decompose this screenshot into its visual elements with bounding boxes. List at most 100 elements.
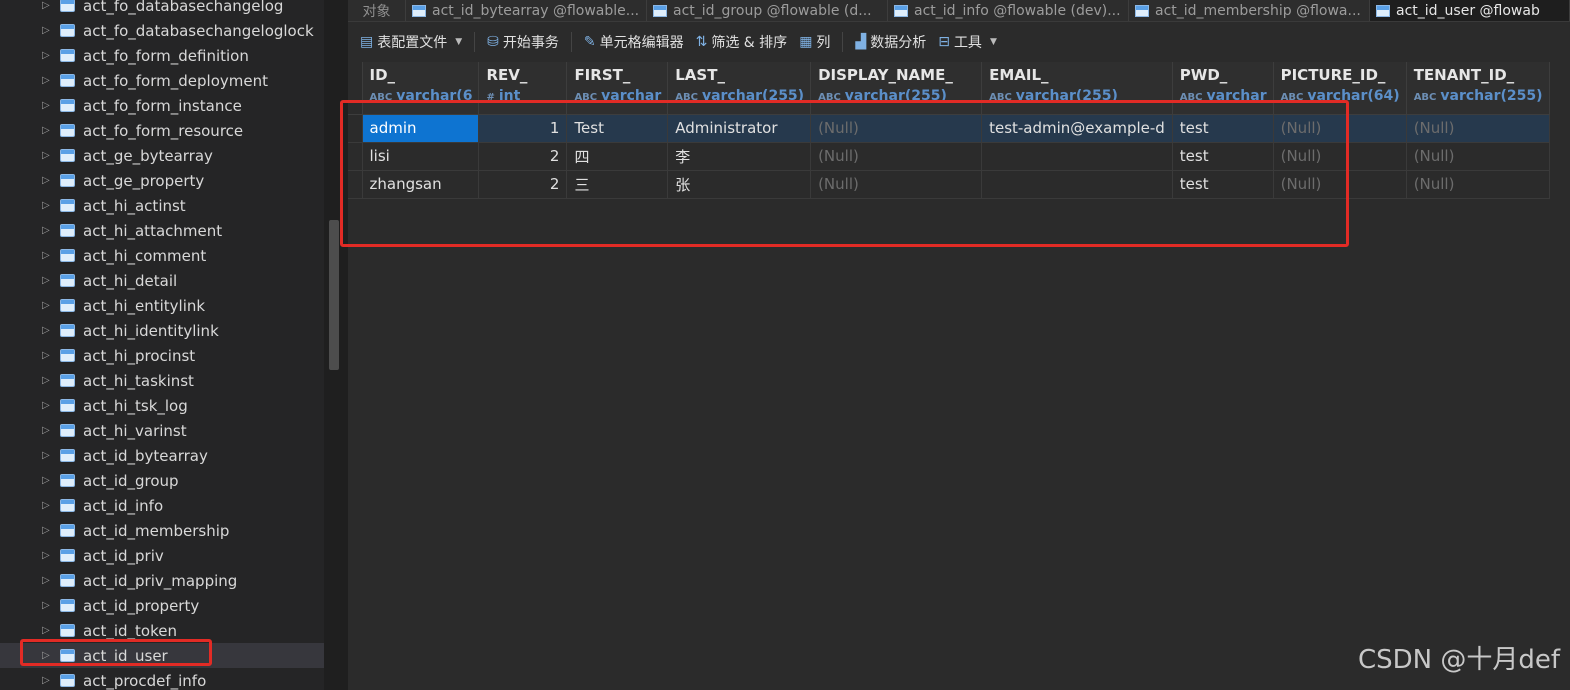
tab-table[interactable]: act_id_info @flowable (dev)... bbox=[888, 0, 1129, 21]
tab-label: act_id_membership @flowa... bbox=[1155, 3, 1361, 19]
table-icon bbox=[60, 24, 75, 37]
expand-chevron-icon[interactable]: ▷ bbox=[42, 25, 54, 36]
tree-item[interactable]: ▷ act_procdef_info bbox=[0, 668, 324, 690]
columns-icon: ▦ bbox=[799, 34, 813, 50]
tree-item[interactable]: ▷ act_fo_form_resource bbox=[0, 118, 324, 143]
expand-chevron-icon[interactable]: ▷ bbox=[42, 500, 54, 511]
tree-item[interactable]: ▷ act_hi_comment bbox=[0, 243, 324, 268]
tree-item[interactable]: ▷ act_fo_databasechangeloglock bbox=[0, 18, 324, 43]
dropdown-arrow-icon: ▼ bbox=[455, 37, 463, 47]
column-name: LAST_ bbox=[675, 66, 725, 84]
column-name: PWD_ bbox=[1179, 66, 1228, 84]
tree-item[interactable]: ▷ act_id_priv bbox=[0, 543, 324, 568]
tree-item[interactable]: ▷ act_hi_identitylink bbox=[0, 318, 324, 343]
tree-item[interactable]: ▷ act_hi_detail bbox=[0, 268, 324, 293]
tree-item[interactable]: ▷ act_fo_form_deployment bbox=[0, 68, 324, 93]
column-header[interactable]: TENANT_ID_ ABC varchar(255) bbox=[1406, 62, 1550, 115]
tree-item[interactable]: ▷ act_hi_varinst bbox=[0, 418, 324, 443]
table-cell[interactable]: (Null) bbox=[1406, 142, 1550, 171]
tree-item[interactable]: ▷ act_fo_form_instance bbox=[0, 93, 324, 118]
tree-item-label: act_id_bytearray bbox=[83, 446, 208, 465]
tree-item[interactable]: ▷ act_hi_taskinst bbox=[0, 368, 324, 393]
table-icon bbox=[60, 599, 75, 612]
expand-chevron-icon[interactable]: ▷ bbox=[42, 200, 54, 211]
expand-chevron-icon[interactable]: ▷ bbox=[42, 600, 54, 611]
expand-chevron-icon[interactable]: ▷ bbox=[42, 275, 54, 286]
expand-chevron-icon[interactable]: ▷ bbox=[42, 150, 54, 161]
table-icon bbox=[60, 0, 75, 12]
expand-chevron-icon[interactable]: ▷ bbox=[42, 100, 54, 111]
expand-chevron-icon[interactable]: ▷ bbox=[42, 575, 54, 586]
expand-chevron-icon[interactable]: ▷ bbox=[42, 300, 54, 311]
expand-chevron-icon[interactable]: ▷ bbox=[42, 225, 54, 236]
begin-transaction-button[interactable]: ⛁ 开始事务 bbox=[481, 29, 565, 55]
tab-objects[interactable]: 对象 bbox=[348, 0, 406, 21]
tree-item[interactable]: ▷ act_hi_entitylink bbox=[0, 293, 324, 318]
toolbar: ▤ 表配置文件 ▼ ⛁ 开始事务 ✎ 单元格编辑器 ⇅ 筛选 & 排序 ▦ 列 … bbox=[348, 22, 1570, 62]
columns-label: 列 bbox=[816, 35, 831, 51]
tools-label: 工具 bbox=[953, 35, 982, 51]
tree-item[interactable]: ▷ act_fo_databasechangelog bbox=[0, 0, 324, 18]
tree-item[interactable]: ▷ act_id_priv_mapping bbox=[0, 568, 324, 593]
expand-chevron-icon[interactable]: ▷ bbox=[42, 0, 54, 11]
tree-item-label: act_hi_taskinst bbox=[83, 371, 194, 390]
table-icon bbox=[60, 574, 75, 587]
table-icon bbox=[60, 74, 75, 87]
tree-item[interactable]: ▷ act_id_membership bbox=[0, 518, 324, 543]
expand-chevron-icon[interactable]: ▷ bbox=[42, 325, 54, 336]
cell-editor-button[interactable]: ✎ 单元格编辑器 bbox=[578, 29, 690, 55]
filter-sort-button[interactable]: ⇅ 筛选 & 排序 bbox=[690, 29, 794, 55]
expand-chevron-icon[interactable]: ▷ bbox=[42, 125, 54, 136]
scrollbar-thumb[interactable] bbox=[329, 220, 339, 370]
column-type: ABC varchar(255) bbox=[1414, 88, 1543, 104]
tab-table[interactable]: act_id_user @flowab bbox=[1370, 0, 1570, 21]
tab-table[interactable]: act_id_membership @flowa... bbox=[1129, 0, 1370, 21]
table-icon bbox=[60, 124, 75, 137]
columns-button[interactable]: ▦ 列 bbox=[793, 29, 836, 55]
expand-chevron-icon[interactable]: ▷ bbox=[42, 75, 54, 86]
expand-chevron-icon[interactable]: ▷ bbox=[42, 175, 54, 186]
expand-chevron-icon[interactable]: ▷ bbox=[42, 350, 54, 361]
tree-item[interactable]: ▷ act_id_bytearray bbox=[0, 443, 324, 468]
tree-item[interactable]: ▷ act_hi_actinst bbox=[0, 193, 324, 218]
tree-item[interactable]: ▷ act_id_group bbox=[0, 468, 324, 493]
tab-table[interactable]: act_id_bytearray @flowable... bbox=[406, 0, 647, 21]
tree-item[interactable]: ▷ act_ge_property bbox=[0, 168, 324, 193]
dropdown-arrow-icon: ▼ bbox=[989, 37, 997, 47]
expand-chevron-icon[interactable]: ▷ bbox=[42, 250, 54, 261]
config-file-button[interactable]: ▤ 表配置文件 ▼ bbox=[354, 29, 468, 55]
expand-chevron-icon[interactable]: ▷ bbox=[42, 425, 54, 436]
table-icon bbox=[412, 5, 426, 17]
expand-chevron-icon[interactable]: ▷ bbox=[42, 50, 54, 61]
data-analysis-label: 数据分析 bbox=[870, 35, 927, 51]
tab-bar: 对象 act_id_bytearray @flowable... act_id_g… bbox=[348, 0, 1570, 22]
table-cell[interactable]: (Null) bbox=[1406, 170, 1550, 199]
tools-button[interactable]: ⊟ 工具 ▼ bbox=[932, 29, 1003, 55]
toolbar-divider bbox=[474, 32, 476, 52]
chart-icon: ▟ bbox=[855, 34, 867, 50]
tree-item-label: act_id_token bbox=[83, 621, 177, 640]
expand-chevron-icon[interactable]: ▷ bbox=[42, 375, 54, 386]
tree-item-label: act_procdef_info bbox=[83, 671, 207, 690]
tree-item-label: act_id_membership bbox=[83, 521, 230, 540]
tree-item[interactable]: ▷ act_hi_attachment bbox=[0, 218, 324, 243]
expand-chevron-icon[interactable]: ▷ bbox=[42, 625, 54, 636]
data-analysis-button[interactable]: ▟ 数据分析 bbox=[849, 29, 932, 55]
tree-item[interactable]: ▷ act_ge_bytearray bbox=[0, 143, 324, 168]
expand-chevron-icon[interactable]: ▷ bbox=[42, 475, 54, 486]
expand-chevron-icon[interactable]: ▷ bbox=[42, 400, 54, 411]
expand-chevron-icon[interactable]: ▷ bbox=[42, 675, 54, 686]
tree-item[interactable]: ▷ act_id_info bbox=[0, 493, 324, 518]
expand-chevron-icon[interactable]: ▷ bbox=[42, 450, 54, 461]
tree-item[interactable]: ▷ act_hi_procinst bbox=[0, 343, 324, 368]
tree-item[interactable]: ▷ act_fo_form_definition bbox=[0, 43, 324, 68]
expand-chevron-icon[interactable]: ▷ bbox=[42, 525, 54, 536]
expand-chevron-icon[interactable]: ▷ bbox=[42, 550, 54, 561]
table-icon bbox=[60, 374, 75, 387]
tab-table[interactable]: act_id_group @flowable (d... bbox=[647, 0, 888, 21]
tree-item[interactable]: ▷ act_id_property bbox=[0, 593, 324, 618]
tree-item[interactable]: ▷ act_hi_tsk_log bbox=[0, 393, 324, 418]
table-icon bbox=[894, 5, 908, 17]
tree-item-label: act_ge_property bbox=[83, 171, 205, 190]
table-cell[interactable]: (Null) bbox=[1406, 114, 1550, 143]
